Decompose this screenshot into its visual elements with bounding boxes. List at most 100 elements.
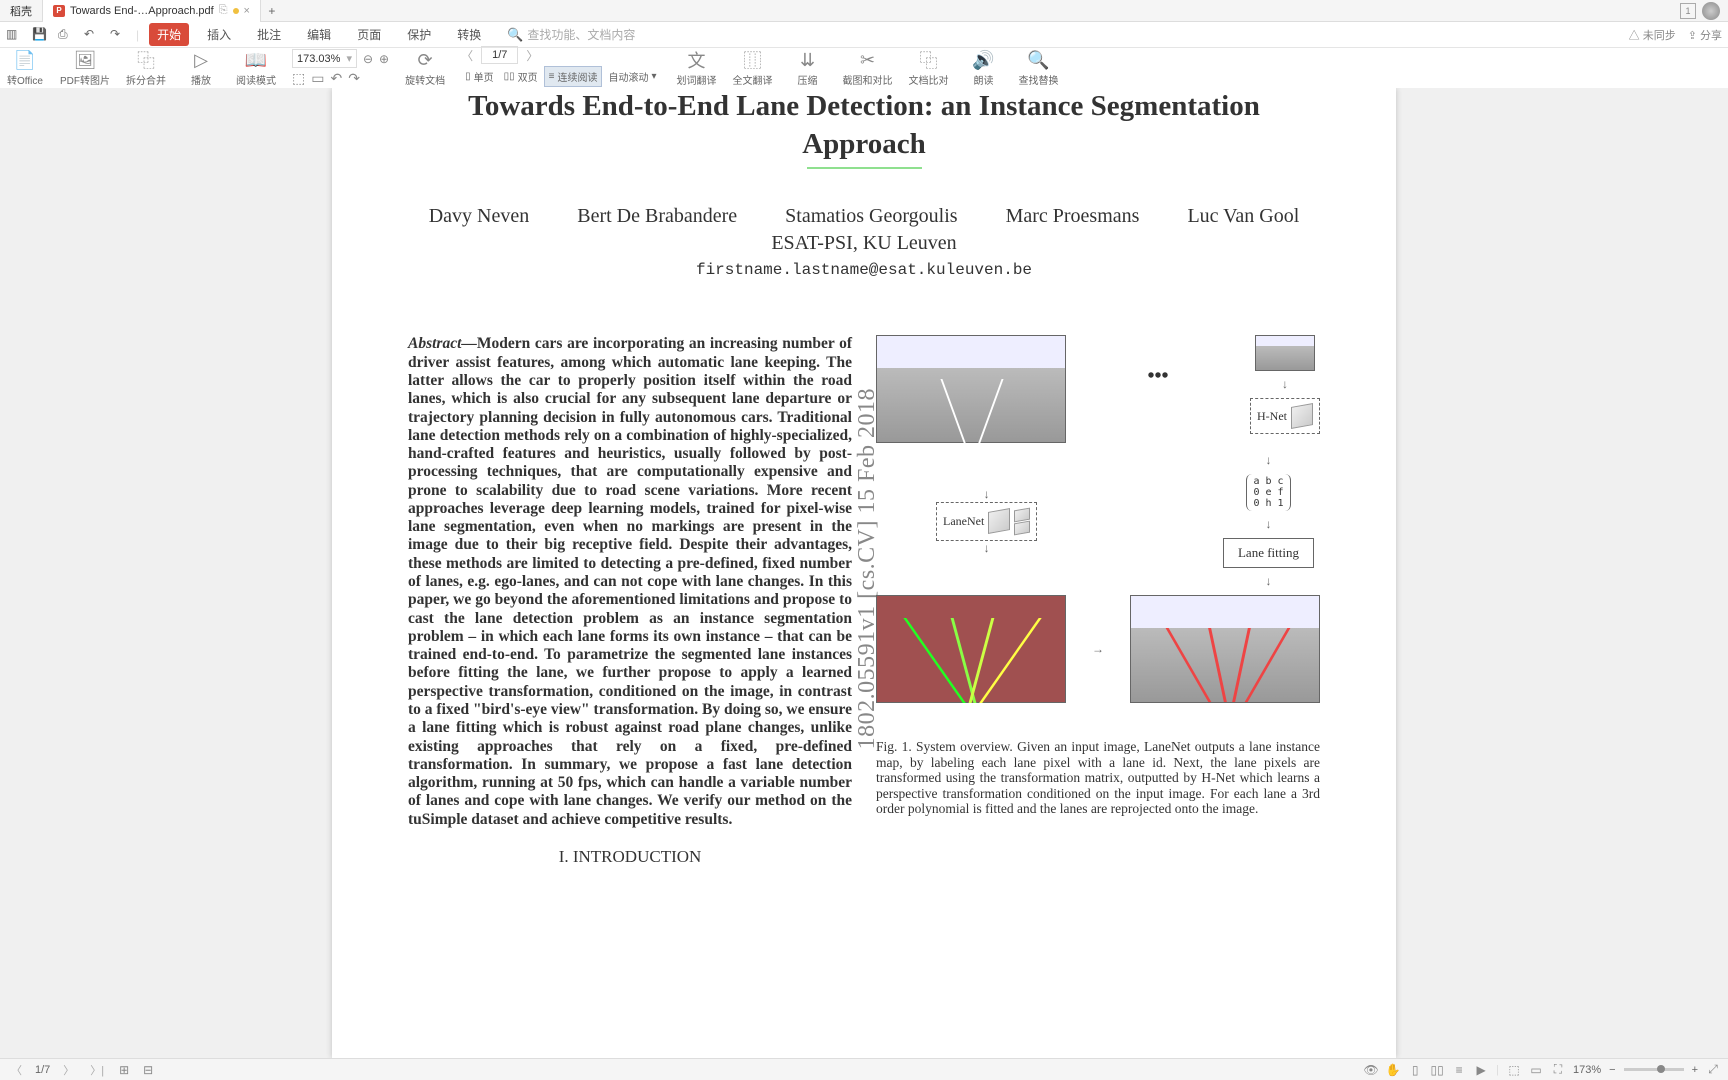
play-sb-icon[interactable]: ▶ — [1474, 1063, 1488, 1077]
tool-read-aloud[interactable]: 🔊朗读 — [965, 49, 1003, 87]
prev-page-icon[interactable]: 〈 — [461, 47, 473, 64]
view-double[interactable]: ▯▯ 双页 — [500, 66, 542, 87]
ribbon-tab-convert[interactable]: 转换 — [449, 23, 489, 46]
zoom-in-sb-icon[interactable]: ⊞ — [117, 1063, 131, 1077]
title-underline — [807, 167, 922, 169]
zoom-status[interactable]: 173% — [1573, 1064, 1601, 1076]
image-icon: 🖼 — [74, 49, 96, 71]
search-icon: 🔍 — [507, 27, 523, 43]
zoom-out-sb-icon[interactable]: ⊟ — [141, 1063, 155, 1077]
close-icon[interactable]: × — [244, 5, 250, 17]
speaker-icon: 🔊 — [973, 49, 995, 71]
print-icon[interactable]: ⎙ — [58, 27, 74, 43]
view-single-sb-icon[interactable]: ▯ — [1408, 1063, 1422, 1077]
tool-full-translate[interactable]: ⿲全文翻译 — [733, 49, 773, 87]
statusbar: 〈 1/7 〉 〉| ⊞ ⊟ 👁 ✋ ▯ ▯▯ ≡ ▶ | ⬚ ▭ ⛶ 173%… — [0, 1058, 1728, 1080]
authors: Davy Neven Bert De Brabandere Stamatios … — [408, 205, 1320, 228]
lanenet-label: LaneNet — [943, 514, 984, 529]
hnet-label: H-Net — [1257, 409, 1287, 424]
tab-home[interactable]: 稻壳 — [0, 0, 43, 22]
toolbar: 📄转Office 🖼PDF转图片 ⿻拆分合并 ▷播放 📖阅读模式 173.03%… — [0, 48, 1728, 90]
view-double-sb-icon[interactable]: ▯▯ — [1430, 1063, 1444, 1077]
next-page-icon[interactable]: 〉 — [60, 1062, 77, 1078]
avatar[interactable] — [1702, 2, 1720, 20]
abstract: Abstract—Modern cars are incorporating a… — [408, 335, 852, 829]
document-area[interactable]: 1802.05591v1 [cs.CV] 15 Feb 2018 Towards… — [0, 88, 1728, 1058]
ribbon-tab-protect[interactable]: 保护 — [399, 23, 439, 46]
arrow-down-icon: ↓ — [1282, 377, 1288, 392]
book-icon: 📖 — [245, 49, 267, 71]
rotate-right-icon[interactable]: ↷ — [348, 70, 360, 87]
arrow-down-icon: ↓ — [1265, 453, 1271, 468]
new-tab-button[interactable]: + — [261, 4, 283, 18]
cube-icon — [1291, 403, 1313, 429]
tool-compare[interactable]: ⿻文档比对 — [909, 49, 949, 87]
tool-pdf-to-img[interactable]: 🖼PDF转图片 — [60, 49, 110, 87]
save-icon[interactable]: 💾 — [32, 27, 48, 43]
zoom-out-icon[interactable]: ⊖ — [363, 52, 373, 66]
fit-width-icon[interactable]: ⬚ — [292, 70, 305, 87]
scissors-icon: ✂ — [857, 49, 879, 71]
arrow-right-icon: → — [1092, 642, 1104, 657]
fit-page-sb-icon[interactable]: ▭ — [1529, 1063, 1543, 1077]
tool-split-merge[interactable]: ⿻拆分合并 — [126, 49, 166, 87]
fig-segmentation-output — [876, 595, 1066, 703]
tab-pin-icon[interactable]: ⎘ — [219, 4, 228, 17]
tool-compress[interactable]: ⇊压缩 — [789, 49, 827, 87]
zoom-slider[interactable] — [1624, 1068, 1684, 1071]
hand-icon[interactable]: ✋ — [1386, 1063, 1400, 1077]
search-box[interactable]: 🔍 查找功能、文档内容 — [507, 26, 635, 43]
translate-full-icon: ⿲ — [742, 49, 764, 71]
search-placeholder: 查找功能、文档内容 — [527, 26, 635, 43]
tool-find-replace[interactable]: 🔍查找替换 — [1019, 49, 1059, 87]
arrow-down-icon: ↓ — [1265, 574, 1271, 589]
tool-read-mode[interactable]: 📖阅读模式 — [236, 49, 276, 87]
fig-output-image — [1130, 595, 1320, 703]
figure-1: ••• ↓ H-Net ↓ — [876, 335, 1320, 817]
page-indicator[interactable]: 1/7 — [481, 46, 518, 64]
cube-icon — [1014, 520, 1030, 535]
first-page-icon[interactable]: 〈 — [8, 1062, 25, 1078]
zoom-level[interactable]: 173.03% ▾ — [292, 49, 357, 68]
titlebar-right: 1 — [1680, 2, 1728, 20]
figure-caption: Fig. 1. System overview. Given an input … — [876, 739, 1320, 817]
zoom-in-icon[interactable]: ⊕ — [379, 52, 389, 66]
next-page-icon[interactable]: 〉 — [526, 47, 538, 64]
tab-document-label: Towards End-…Approach.pdf — [70, 5, 214, 17]
rotate-left-icon[interactable]: ↶ — [330, 70, 342, 87]
zoom-minus-icon[interactable]: − — [1609, 1064, 1615, 1076]
fullscreen-icon[interactable]: ⛶ — [1551, 1063, 1565, 1077]
tool-rotate[interactable]: ⟳旋转文档 — [405, 49, 445, 87]
zoom-plus-icon[interactable]: + — [1692, 1064, 1698, 1076]
sync-status[interactable]: △ 未同步 — [1629, 27, 1676, 43]
expand-icon[interactable]: ⤢ — [1706, 1063, 1720, 1077]
cube-icon — [988, 508, 1010, 534]
fit-page-icon[interactable]: ▭ — [311, 70, 324, 87]
ribbon-tab-comment[interactable]: 批注 — [249, 23, 289, 46]
office-icon: 📄 — [14, 49, 36, 71]
fig-caption-body: System overview. Given an input image, L… — [876, 739, 1320, 816]
file-icon[interactable]: ▥ — [6, 27, 22, 43]
arrow-down-icon: ↓ — [1265, 517, 1271, 532]
view-continuous[interactable]: ≡ 连续阅读 — [544, 66, 603, 87]
fit-width-sb-icon[interactable]: ⬚ — [1507, 1063, 1521, 1077]
ribbon-tab-start[interactable]: 开始 — [149, 23, 189, 46]
tool-screenshot[interactable]: ✂截图和对比 — [843, 49, 893, 87]
view-single[interactable]: ▯ 单页 — [461, 66, 498, 87]
view-cont-sb-icon[interactable]: ≡ — [1452, 1063, 1466, 1077]
share-button[interactable]: ⇪ 分享 — [1688, 27, 1722, 43]
tab-document[interactable]: P Towards End-…Approach.pdf ⎘ × — [43, 0, 261, 22]
window-mode-icon[interactable]: 1 — [1680, 3, 1696, 19]
eye-icon[interactable]: 👁 — [1364, 1063, 1378, 1077]
ribbon-tab-page[interactable]: 页面 — [349, 23, 389, 46]
ribbon-tab-insert[interactable]: 插入 — [199, 23, 239, 46]
ribbon-tab-edit[interactable]: 编辑 — [299, 23, 339, 46]
tool-to-office[interactable]: 📄转Office — [6, 49, 44, 87]
undo-icon[interactable]: ↶ — [84, 27, 100, 43]
tool-play[interactable]: ▷播放 — [182, 49, 220, 87]
tool-word-translate[interactable]: 文划词翻译 — [677, 49, 717, 87]
redo-icon[interactable]: ↷ — [110, 27, 126, 43]
affiliation: ESAT-PSI, KU Leuven — [408, 232, 1320, 255]
last-page-icon[interactable]: 〉| — [87, 1062, 107, 1078]
auto-scroll[interactable]: 自动滚动 ▾ — [604, 66, 660, 87]
